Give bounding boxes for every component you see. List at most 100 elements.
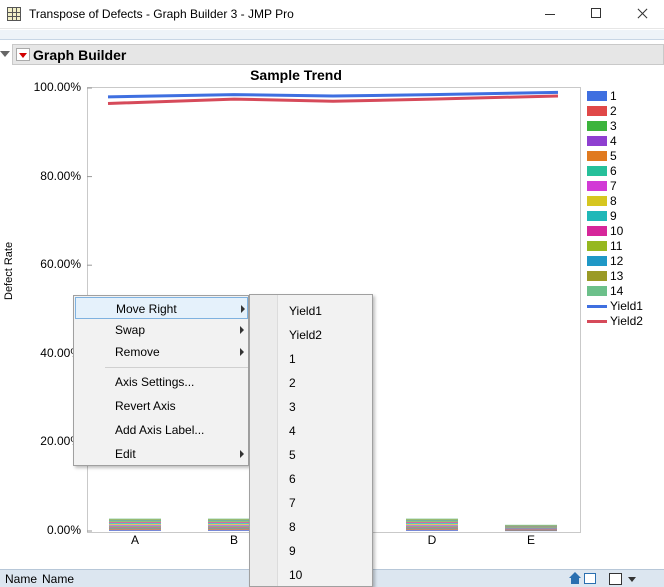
- bar-segment: [109, 518, 161, 520]
- bar-segment: [109, 523, 161, 525]
- y-tick-label: 60.00%: [40, 257, 81, 272]
- bar-segment: [406, 523, 458, 524]
- bar-segment: [505, 524, 557, 526]
- outline-title: Graph Builder: [33, 47, 127, 63]
- submenu-item[interactable]: 10: [251, 562, 372, 586]
- legend-item[interactable]: 6: [587, 164, 663, 179]
- legend-label: 5: [610, 149, 617, 163]
- submenu-item-label: 9: [289, 544, 296, 558]
- submenu-item[interactable]: 3: [251, 394, 372, 418]
- submenu-item-label: 2: [289, 376, 296, 390]
- submenu-item-label: 6: [289, 472, 296, 486]
- legend-swatch: [587, 241, 607, 251]
- legend-swatch: [587, 286, 607, 296]
- x-tick-label: A: [130, 533, 139, 547]
- bar-segment: [406, 526, 458, 528]
- graph-builder-outline: Graph Builder: [0, 41, 664, 65]
- submenu-item[interactable]: 8: [251, 514, 372, 538]
- legend-label: 4: [610, 134, 617, 148]
- maximize-button[interactable]: [573, 0, 619, 29]
- submenu-item[interactable]: 6: [251, 466, 372, 490]
- x-tick-label: B: [229, 533, 238, 547]
- legend-item[interactable]: Yield2: [587, 314, 663, 329]
- legend-item[interactable]: 12: [587, 254, 663, 269]
- y-axis-label[interactable]: Defect Rate: [3, 242, 15, 300]
- red-triangle-menu-button[interactable]: [16, 48, 30, 61]
- bar-segment: [406, 522, 458, 524]
- legend-label: 2: [610, 104, 617, 118]
- bar-segment: [109, 526, 161, 528]
- context-menu-item-label: Revert Axis: [115, 399, 176, 413]
- bar-segment: [406, 525, 458, 527]
- legend-item[interactable]: 1: [587, 89, 663, 104]
- home-icon[interactable]: [568, 572, 582, 585]
- legend-label: 10: [610, 224, 624, 238]
- bar-segment: [406, 527, 458, 529]
- outline-title-box: Graph Builder: [12, 44, 664, 65]
- bar-segment: [406, 521, 458, 523]
- legend-swatch: [587, 151, 607, 161]
- bar-segment: [109, 528, 161, 530]
- legend-swatch: [587, 196, 607, 206]
- submenu-item[interactable]: 5: [251, 442, 372, 466]
- submenu-item[interactable]: 4: [251, 418, 372, 442]
- legend-swatch: [587, 181, 607, 191]
- submenu-item-label: 3: [289, 400, 296, 414]
- legend-item[interactable]: Yield1: [587, 299, 663, 314]
- submenu-item[interactable]: Yield1: [251, 298, 372, 322]
- bar-segment: [109, 521, 161, 523]
- legend-item[interactable]: 2: [587, 104, 663, 119]
- legend-item[interactable]: 5: [587, 149, 663, 164]
- legend-swatch: [587, 305, 607, 308]
- submenu-item-label: 8: [289, 520, 296, 534]
- legend-item[interactable]: 13: [587, 269, 663, 284]
- legend-item[interactable]: 11: [587, 239, 663, 254]
- legend-item[interactable]: 3: [587, 119, 663, 134]
- context-menu-item[interactable]: Axis Settings...: [75, 371, 248, 393]
- context-menu-item[interactable]: Remove: [75, 341, 248, 363]
- bar-segment: [406, 518, 458, 520]
- context-menu-item-label: Add Axis Label...: [115, 423, 205, 437]
- context-menu-item-label: Axis Settings...: [115, 375, 195, 389]
- legend-item[interactable]: 9: [587, 209, 663, 224]
- submenu-item[interactable]: 1: [251, 346, 372, 370]
- submenu-item[interactable]: 7: [251, 490, 372, 514]
- legend-item[interactable]: 10: [587, 224, 663, 239]
- legend-swatch: [587, 136, 607, 146]
- y-tick-label: 100.00%: [33, 80, 81, 94]
- window-list-icon[interactable]: [584, 573, 596, 584]
- menu-separator: [105, 367, 248, 368]
- window-title-bar: Transpose of Defects - Graph Builder 3 -…: [0, 0, 664, 29]
- submenu-item[interactable]: 2: [251, 370, 372, 394]
- context-menu-item[interactable]: Add Axis Label...: [75, 419, 248, 441]
- legend-item[interactable]: 4: [587, 134, 663, 149]
- submenu-item[interactable]: 9: [251, 538, 372, 562]
- checkbox-icon[interactable]: [609, 573, 622, 585]
- legend-item[interactable]: 7: [587, 179, 663, 194]
- bar-segment: [109, 523, 161, 524]
- submenu-arrow-icon: [241, 305, 245, 313]
- context-menu-item[interactable]: Swap: [75, 319, 248, 341]
- context-menu-item[interactable]: Edit: [75, 443, 248, 465]
- legend-item[interactable]: 8: [587, 194, 663, 209]
- axis-context-menu: Move Right Swap Remove Axis Settings... Reve…: [73, 295, 249, 466]
- legend-swatch: [587, 256, 607, 266]
- legend-swatch: [587, 211, 607, 221]
- context-menu-item[interactable]: Move Right: [75, 297, 248, 319]
- submenu-item[interactable]: Yield2: [251, 322, 372, 346]
- close-button[interactable]: [619, 0, 664, 29]
- legend-label: 3: [610, 119, 617, 133]
- legend-swatch: [587, 271, 607, 281]
- minimize-button[interactable]: [527, 0, 573, 29]
- maximize-icon: [591, 8, 601, 18]
- disclosure-triangle-icon[interactable]: [0, 51, 10, 57]
- context-menu-item[interactable]: Revert Axis: [75, 395, 248, 417]
- legend-label: 1: [610, 89, 617, 103]
- x-tick-label: D: [427, 533, 437, 547]
- legend-item[interactable]: 14: [587, 284, 663, 299]
- bar-segment: [406, 528, 458, 530]
- chart-title[interactable]: Sample Trend: [88, 67, 504, 83]
- context-menu-item-label: Edit: [115, 447, 136, 461]
- dropdown-caret-icon[interactable]: [628, 577, 636, 582]
- submenu-item-label: 5: [289, 448, 296, 462]
